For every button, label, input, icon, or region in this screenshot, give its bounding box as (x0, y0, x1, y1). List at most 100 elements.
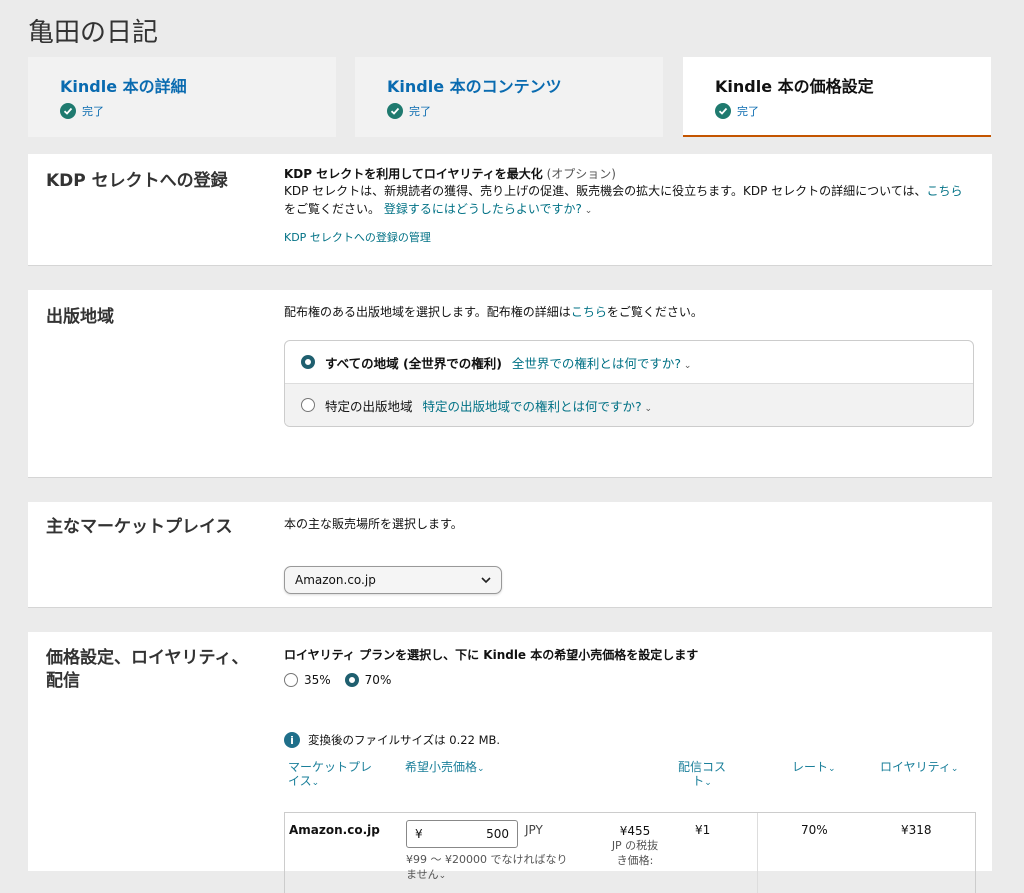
radio-selected-icon[interactable] (344, 673, 359, 687)
heading-text: KDP セレクトを利用してロイヤリティを最大化 (284, 167, 543, 181)
section-title: 出版地域 (46, 307, 114, 327)
range-text: ません (406, 867, 439, 881)
marketplace-description: 本の主な販売場所を選択します。 (284, 517, 463, 531)
step-title: Kindle 本のコンテンツ (387, 77, 562, 96)
help-text: 全世界での権利とは何ですか? (511, 355, 682, 371)
file-size-text: 変換後のファイルサイズは 0.22 MB. (308, 733, 501, 747)
status-label: 完了 (409, 105, 431, 118)
chevron-down-icon: ⌄ (581, 205, 593, 216)
kdp-select-heading: KDP セレクトを利用してロイヤリティを最大化 (オプション) (284, 166, 974, 183)
column-label: マーケットプレ (288, 760, 373, 774)
marketplace-section: 主なマーケットプレイス 本の主な販売場所を選択します。 Amazon.co.jp (28, 502, 992, 608)
status-label: 完了 (82, 105, 104, 118)
section-title: 価格設定、ロイヤリティ、 配信 (46, 647, 248, 693)
marketplace-select[interactable]: Amazon.co.jp (284, 566, 502, 594)
column-label: イス (288, 774, 312, 789)
royalty-value: ¥318 (901, 823, 932, 837)
territory-option-worldwide[interactable]: すべての地域 (全世界での権利) 全世界での権利とは何ですか? ⌄ (285, 341, 973, 383)
table-row: Amazon.co.jp ¥ 500 JPY ¥99 ～ ¥20000 でなけれ… (284, 812, 976, 893)
how-to-enroll-link[interactable]: 登録するにはどうしたらよいですか? ⌄ (384, 202, 592, 216)
territory-here-link[interactable]: こちら (571, 305, 607, 319)
territory-description: 配布権のある出版地域を選択します。配布権の詳細はこちらをご覧ください。 (284, 303, 974, 320)
radio-unselected-icon[interactable] (301, 398, 315, 412)
title-line-1: 価格設定、ロイヤリティ、 (46, 648, 249, 668)
see-text: をご覧ください。 (284, 201, 381, 216)
how-to-enroll-text: 登録するにはどうしたらよいですか? (383, 201, 582, 216)
description-text: KDP セレクトは、新規読者の獲得、売り上げの促進、販売機会の拡大に役立ちます。… (284, 184, 927, 199)
check-circle-icon (60, 103, 76, 119)
step-status: 完了 (60, 103, 304, 119)
tax-exclusive-price: ¥455 JP の税抜 き価格: (597, 823, 673, 869)
manage-enrollment-link[interactable]: KDP セレクトへの登録の管理 (284, 230, 974, 246)
column-label: 配信コス (678, 760, 727, 774)
radio-selected-icon[interactable] (301, 355, 315, 369)
column-list-price[interactable]: 希望小売価格⌄ (405, 760, 485, 775)
tax-excl-value: ¥455 (619, 824, 651, 838)
territory-section: 出版地域 配布権のある出版地域を選択します。配布権の詳細はこちらをご覧ください。… (28, 290, 992, 478)
kdp-select-here-link[interactable]: こちら (927, 184, 963, 198)
column-label: ロイヤリティ (880, 760, 951, 774)
chevron-down-icon: ⌄ (681, 360, 692, 371)
currency-code: JPY (525, 823, 543, 837)
section-title: 主なマーケットプレイス (46, 517, 233, 537)
row-marketplace: Amazon.co.jp (289, 823, 380, 837)
step-status: 完了 (715, 103, 959, 119)
chevron-down-icon: ⌄ (704, 778, 712, 789)
check-circle-icon (387, 103, 403, 119)
territory-options: すべての地域 (全世界での権利) 全世界での権利とは何ですか? ⌄ 特定の出版地… (284, 340, 974, 427)
step-title: Kindle 本の詳細 (60, 77, 187, 96)
royalty-option-70[interactable]: 70% (344, 673, 392, 687)
description-text: 配布権のある出版地域を選択します。配布権の詳細は (284, 305, 571, 319)
individual-help-link[interactable]: 特定の出版地域での権利とは何ですか? ⌄ (423, 396, 653, 415)
rate-value: 70% (801, 823, 828, 837)
column-label: 希望小売価格 (405, 760, 478, 774)
tax-note: JP の税抜 (611, 839, 659, 853)
territory-option-individual[interactable]: 特定の出版地域 特定の出版地域での権利とは何ですか? ⌄ (285, 383, 973, 426)
chevron-down-icon: ⌄ (477, 764, 485, 774)
kdp-select-description: KDP セレクトは、新規読者の獲得、売り上げの促進、販売機会の拡大に役立ちます。… (284, 183, 974, 218)
column-rate[interactable]: レート⌄ (792, 760, 836, 775)
tab-kindle-content[interactable]: Kindle 本のコンテンツ 完了 (355, 57, 663, 137)
info-icon: i (284, 732, 300, 748)
option-label: すべての地域 (全世界での権利) (325, 355, 502, 371)
option-label: 35% (304, 673, 331, 687)
chevron-down-icon: ⌄ (950, 764, 959, 774)
tab-kindle-pricing[interactable]: Kindle 本の価格設定 完了 (683, 57, 991, 137)
pricing-heading: ロイヤリティ プランを選択し、下に Kindle 本の希望小売価格を設定します (284, 648, 699, 662)
selected-value: Amazon.co.jp (295, 573, 376, 587)
file-size-note: i 変換後のファイルサイズは 0.22 MB. (284, 732, 500, 748)
chevron-down-icon: ⌄ (828, 764, 836, 774)
kdp-select-section: KDP セレクトへの登録 KDP セレクトを利用してロイヤリティを最大化 (オプ… (28, 154, 992, 266)
list-price-input[interactable]: ¥ 500 (406, 820, 518, 848)
worldwide-help-link[interactable]: 全世界での権利とは何ですか? ⌄ (512, 353, 692, 372)
price-value: 500 (486, 827, 509, 841)
step-status: 完了 (387, 103, 631, 119)
tax-note: き価格: (616, 854, 654, 868)
option-label: 特定の出版地域 (325, 398, 413, 414)
column-delivery-cost[interactable]: 配信コス ト⌄ (678, 760, 726, 789)
column-marketplace[interactable]: マーケットプレ イス⌄ (288, 760, 372, 789)
column-label: レート (792, 760, 829, 774)
title-line-2: 配信 (46, 670, 80, 691)
column-divider (757, 813, 758, 893)
check-circle-icon (715, 103, 731, 119)
optional-text: (オプション) (546, 167, 616, 181)
column-royalty[interactable]: ロイヤリティ⌄ (880, 760, 958, 775)
royalty-option-35[interactable]: 35% (284, 673, 331, 687)
tab-kindle-details[interactable]: Kindle 本の詳細 完了 (28, 57, 336, 137)
description-suffix: をご覧ください。 (606, 305, 703, 319)
chevron-down-icon: ⌄ (311, 778, 320, 789)
delivery-cost-value: ¥1 (695, 823, 711, 837)
step-title: Kindle 本の価格設定 (715, 77, 874, 96)
option-label: 70% (364, 673, 392, 687)
status-label: 完了 (737, 105, 759, 118)
radio-unselected-icon[interactable] (284, 673, 298, 687)
range-text: ¥99 ～ ¥20000 でなければなり (406, 853, 568, 866)
chevron-down-icon (481, 573, 491, 587)
page-title: 亀田の日記 (28, 18, 159, 48)
currency-symbol: ¥ (415, 827, 423, 841)
price-range-hint[interactable]: ¥99 ～ ¥20000 でなければなり ません⌄ (406, 853, 567, 883)
royalty-plan-options: 35% 70% (284, 673, 974, 687)
column-label: ト (692, 774, 705, 789)
section-title: KDP セレクトへの登録 (46, 171, 228, 191)
